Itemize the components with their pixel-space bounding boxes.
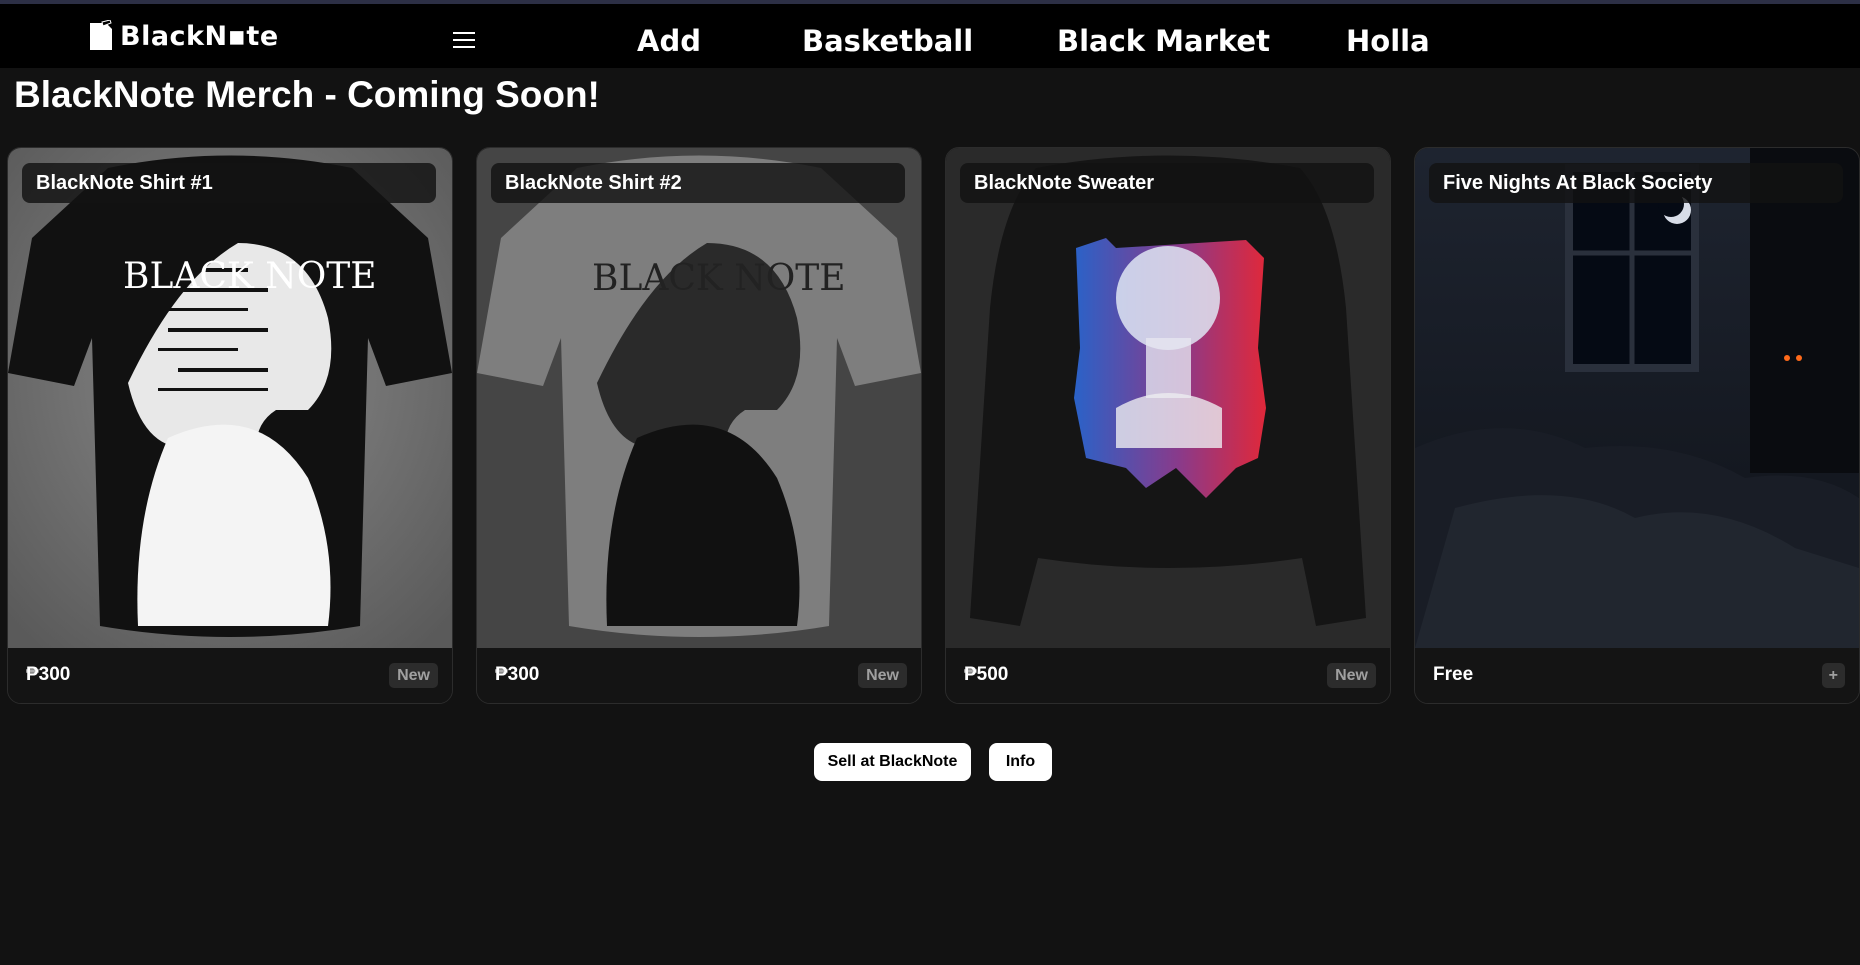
nav-link-holla[interactable]: Holla bbox=[1346, 24, 1430, 58]
plus-badge[interactable]: + bbox=[1821, 663, 1845, 688]
sell-at-blacknote-button[interactable]: Sell at BlackNote bbox=[814, 743, 971, 781]
product-footer: ₱300 New bbox=[8, 648, 452, 703]
product-image: BLACK NOTE bbox=[8, 148, 452, 648]
product-name: BlackNote Shirt #2 bbox=[491, 163, 905, 203]
product-name: BlackNote Sweater bbox=[960, 163, 1374, 203]
nav-link-add[interactable]: Add bbox=[637, 24, 701, 58]
product-image bbox=[946, 148, 1390, 648]
product-price: Free bbox=[1433, 664, 1474, 685]
hamburger-icon[interactable] bbox=[450, 28, 478, 52]
info-button[interactable]: Info bbox=[989, 743, 1052, 781]
nav-link-basketball[interactable]: Basketball bbox=[802, 24, 973, 58]
product-card[interactable]: BlackNote Sweater ₱500 New bbox=[945, 147, 1391, 704]
product-card[interactable]: BLACK NOTE BlackNote Shirt #1 ₱300 New bbox=[7, 147, 453, 704]
notepad-icon bbox=[90, 20, 112, 50]
product-image bbox=[1415, 148, 1859, 648]
product-card[interactable]: BLACK NOTE BlackNote Shirt #2 ₱300 New bbox=[476, 147, 922, 704]
new-badge: New bbox=[389, 663, 438, 688]
product-image: BLACK NOTE bbox=[477, 148, 921, 648]
product-footer: ₱500 New bbox=[946, 648, 1390, 703]
product-footer: ₱300 New bbox=[477, 648, 921, 703]
page-title: BlackNote Merch - Coming Soon! bbox=[14, 74, 600, 115]
svg-text:BLACK NOTE: BLACK NOTE bbox=[123, 256, 377, 297]
product-price: ₱300 bbox=[495, 664, 540, 685]
product-name: Five Nights At Black Society bbox=[1429, 163, 1843, 203]
product-footer: Free + bbox=[1415, 648, 1859, 703]
product-card[interactable]: Five Nights At Black Society Free + bbox=[1414, 147, 1860, 704]
new-badge: New bbox=[1327, 663, 1376, 688]
product-name: BlackNote Shirt #1 bbox=[22, 163, 436, 203]
nav-link-black-market[interactable]: Black Market bbox=[1057, 24, 1270, 58]
product-price: ₱500 bbox=[964, 664, 1009, 685]
product-price: ₱300 bbox=[26, 664, 71, 685]
new-badge: New bbox=[858, 663, 907, 688]
svg-text:BLACK NOTE: BLACK NOTE bbox=[592, 258, 846, 299]
top-navbar: BlackN▪te Add Basketball Black Market Ho… bbox=[0, 4, 1860, 68]
brand-name: BlackN▪te bbox=[120, 20, 279, 52]
brand-logo[interactable]: BlackN▪te bbox=[88, 18, 279, 54]
